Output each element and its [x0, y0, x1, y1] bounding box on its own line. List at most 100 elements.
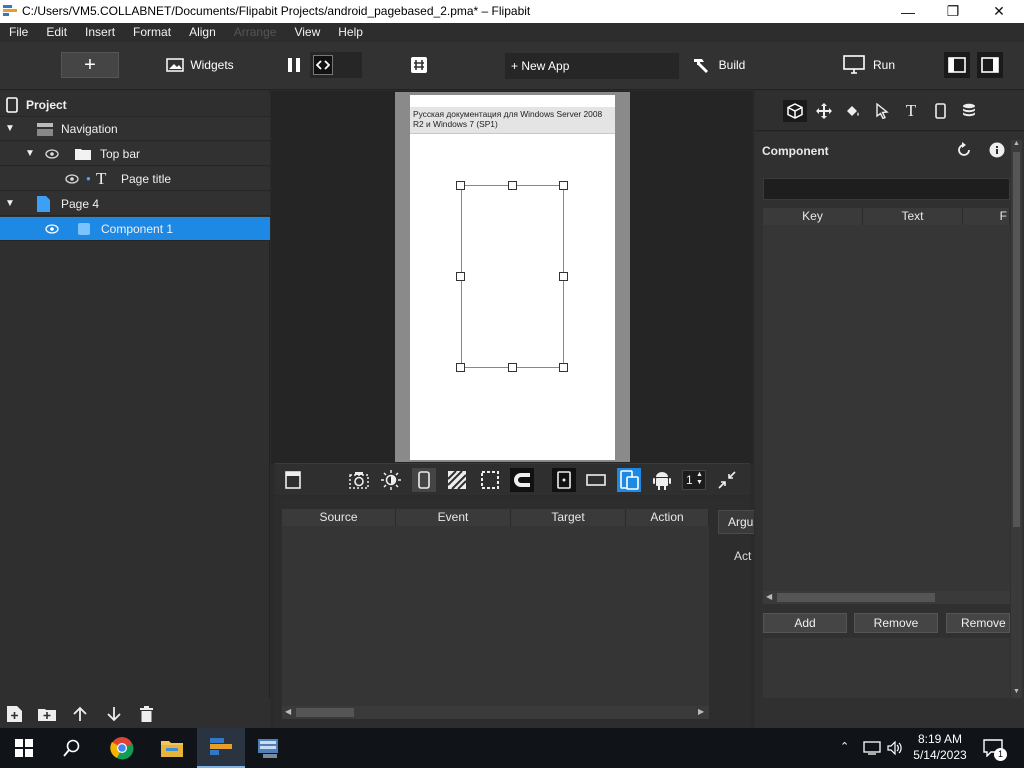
- menu-file[interactable]: File: [0, 23, 37, 42]
- spin-arrows-icon[interactable]: ▲ ▼: [696, 471, 703, 487]
- remove-all-button[interactable]: Remove a: [946, 613, 1010, 633]
- clock[interactable]: 8:19 AM 5/14/2023: [908, 731, 972, 763]
- properties-vertical-scrollbar[interactable]: ▲ ▼: [1011, 140, 1022, 698]
- scroll-down-icon[interactable]: ▼: [1013, 688, 1020, 695]
- scroll-left-icon[interactable]: ◀: [285, 707, 291, 716]
- menu-align[interactable]: Align: [180, 23, 225, 42]
- add-page-button[interactable]: +: [61, 52, 119, 78]
- build-button[interactable]: Build: [688, 52, 748, 78]
- add-folder-icon[interactable]: [38, 707, 56, 721]
- minimize-button[interactable]: —: [885, 0, 931, 23]
- text-icon[interactable]: T: [899, 100, 923, 122]
- brightness-button[interactable]: [379, 468, 403, 492]
- add-button[interactable]: Add: [763, 613, 847, 633]
- column-header-event[interactable]: Event: [396, 509, 511, 526]
- tablet-view-button[interactable]: [552, 468, 576, 492]
- menu-edit[interactable]: Edit: [37, 23, 76, 42]
- scroll-left-icon[interactable]: ◀: [766, 592, 772, 601]
- pattern-button[interactable]: [445, 468, 469, 492]
- menu-format[interactable]: Format: [124, 23, 180, 42]
- events-horizontal-scrollbar[interactable]: ◀ ▶: [282, 706, 709, 719]
- eye-icon[interactable]: [45, 224, 59, 234]
- resize-handle[interactable]: [559, 272, 568, 281]
- tab-position[interactable]: [812, 100, 836, 122]
- component-selection-box[interactable]: [461, 185, 564, 368]
- menu-insert[interactable]: Insert: [76, 23, 124, 42]
- pause-button[interactable]: [282, 52, 306, 78]
- file-explorer-taskbar-button[interactable]: [148, 728, 196, 768]
- move-down-icon[interactable]: [107, 706, 121, 722]
- resize-handle[interactable]: [559, 363, 568, 372]
- code-view-button[interactable]: [310, 52, 362, 78]
- scroll-up-icon[interactable]: ▲: [1013, 140, 1020, 147]
- android-button[interactable]: [650, 468, 674, 492]
- scroll-thumb[interactable]: [296, 708, 354, 717]
- resize-handle[interactable]: [508, 181, 517, 190]
- flipabit-taskbar-button[interactable]: [197, 728, 245, 768]
- network-icon[interactable]: [863, 741, 881, 755]
- page-title-widget[interactable]: Русская документация для Windows Server …: [410, 107, 615, 134]
- tray-chevron-icon[interactable]: ⌃: [840, 740, 849, 753]
- info-icon[interactable]: [989, 142, 1005, 158]
- column-header-key[interactable]: Key: [763, 208, 863, 225]
- new-app-button[interactable]: + New App: [505, 53, 679, 79]
- resize-handle[interactable]: [456, 181, 465, 190]
- events-table[interactable]: Source Event Target Action: [282, 509, 709, 706]
- tab-fill[interactable]: [841, 100, 865, 122]
- add-page-icon[interactable]: [7, 706, 22, 722]
- resize-handle[interactable]: [508, 363, 517, 372]
- tab-device[interactable]: [928, 100, 952, 122]
- collapse-arrow-icon[interactable]: ▼: [25, 148, 35, 159]
- remove-button[interactable]: Remove: [854, 613, 938, 633]
- collapse-arrow-icon[interactable]: ▼: [5, 123, 15, 134]
- tree-item-component-1[interactable]: Component 1: [0, 217, 270, 241]
- resize-handle[interactable]: [456, 272, 465, 281]
- toggle-right-panel-button[interactable]: [977, 52, 1003, 78]
- collapse-arrow-icon[interactable]: ▼: [5, 198, 15, 209]
- refresh-icon[interactable]: [956, 142, 972, 158]
- column-header-f[interactable]: F: [963, 208, 1010, 225]
- grid-button[interactable]: [407, 52, 431, 78]
- orientation-button[interactable]: [617, 468, 641, 492]
- component-details-area[interactable]: [763, 638, 1010, 698]
- column-header-action[interactable]: Action: [626, 509, 709, 526]
- eye-icon[interactable]: [65, 174, 79, 184]
- server-manager-taskbar-button[interactable]: [245, 728, 293, 768]
- column-header-target[interactable]: Target: [511, 509, 626, 526]
- widgets-button[interactable]: Widgets: [165, 52, 235, 78]
- selection-button[interactable]: [478, 468, 502, 492]
- start-button[interactable]: [0, 728, 48, 768]
- component-table[interactable]: Key Text F: [763, 208, 1010, 591]
- scroll-thumb[interactable]: [777, 593, 935, 602]
- toggle-left-panel-button[interactable]: [944, 52, 970, 78]
- tree-item-top-bar[interactable]: ▼ Top bar: [0, 142, 270, 166]
- tree-item-navigation[interactable]: ▼ Navigation: [0, 117, 270, 141]
- volume-icon[interactable]: [887, 741, 903, 755]
- trash-icon[interactable]: [140, 706, 153, 722]
- column-header-text[interactable]: Text: [863, 208, 963, 225]
- device-view-button[interactable]: [412, 468, 436, 492]
- search-button[interactable]: [48, 728, 96, 768]
- resize-handle[interactable]: [456, 363, 465, 372]
- maximize-button[interactable]: ❐: [930, 0, 976, 23]
- move-up-icon[interactable]: [73, 706, 87, 722]
- component-search-input[interactable]: [763, 178, 1010, 200]
- run-button[interactable]: Run: [840, 52, 898, 78]
- tab-actions[interactable]: [870, 100, 894, 122]
- landscape-button[interactable]: [584, 468, 608, 492]
- snap-magnet-button[interactable]: [510, 468, 534, 492]
- page-frame-button[interactable]: [281, 468, 305, 492]
- column-header-source[interactable]: Source: [282, 509, 396, 526]
- scroll-thumb[interactable]: [1013, 152, 1020, 527]
- menu-view[interactable]: View: [285, 23, 329, 42]
- tree-item-page-title[interactable]: ● T Page title: [0, 167, 270, 191]
- screenshot-button[interactable]: [347, 468, 371, 492]
- scale-spinbox[interactable]: 1 ▲ ▼: [682, 470, 706, 490]
- eye-icon[interactable]: [45, 149, 59, 159]
- tab-data[interactable]: [957, 100, 981, 122]
- component-horizontal-scrollbar[interactable]: ◀: [763, 591, 1010, 604]
- close-button[interactable]: ✕: [976, 0, 1022, 23]
- collapse-button[interactable]: [715, 468, 739, 492]
- tab-arguments[interactable]: Argu: [718, 510, 754, 534]
- chrome-taskbar-button[interactable]: [98, 728, 146, 768]
